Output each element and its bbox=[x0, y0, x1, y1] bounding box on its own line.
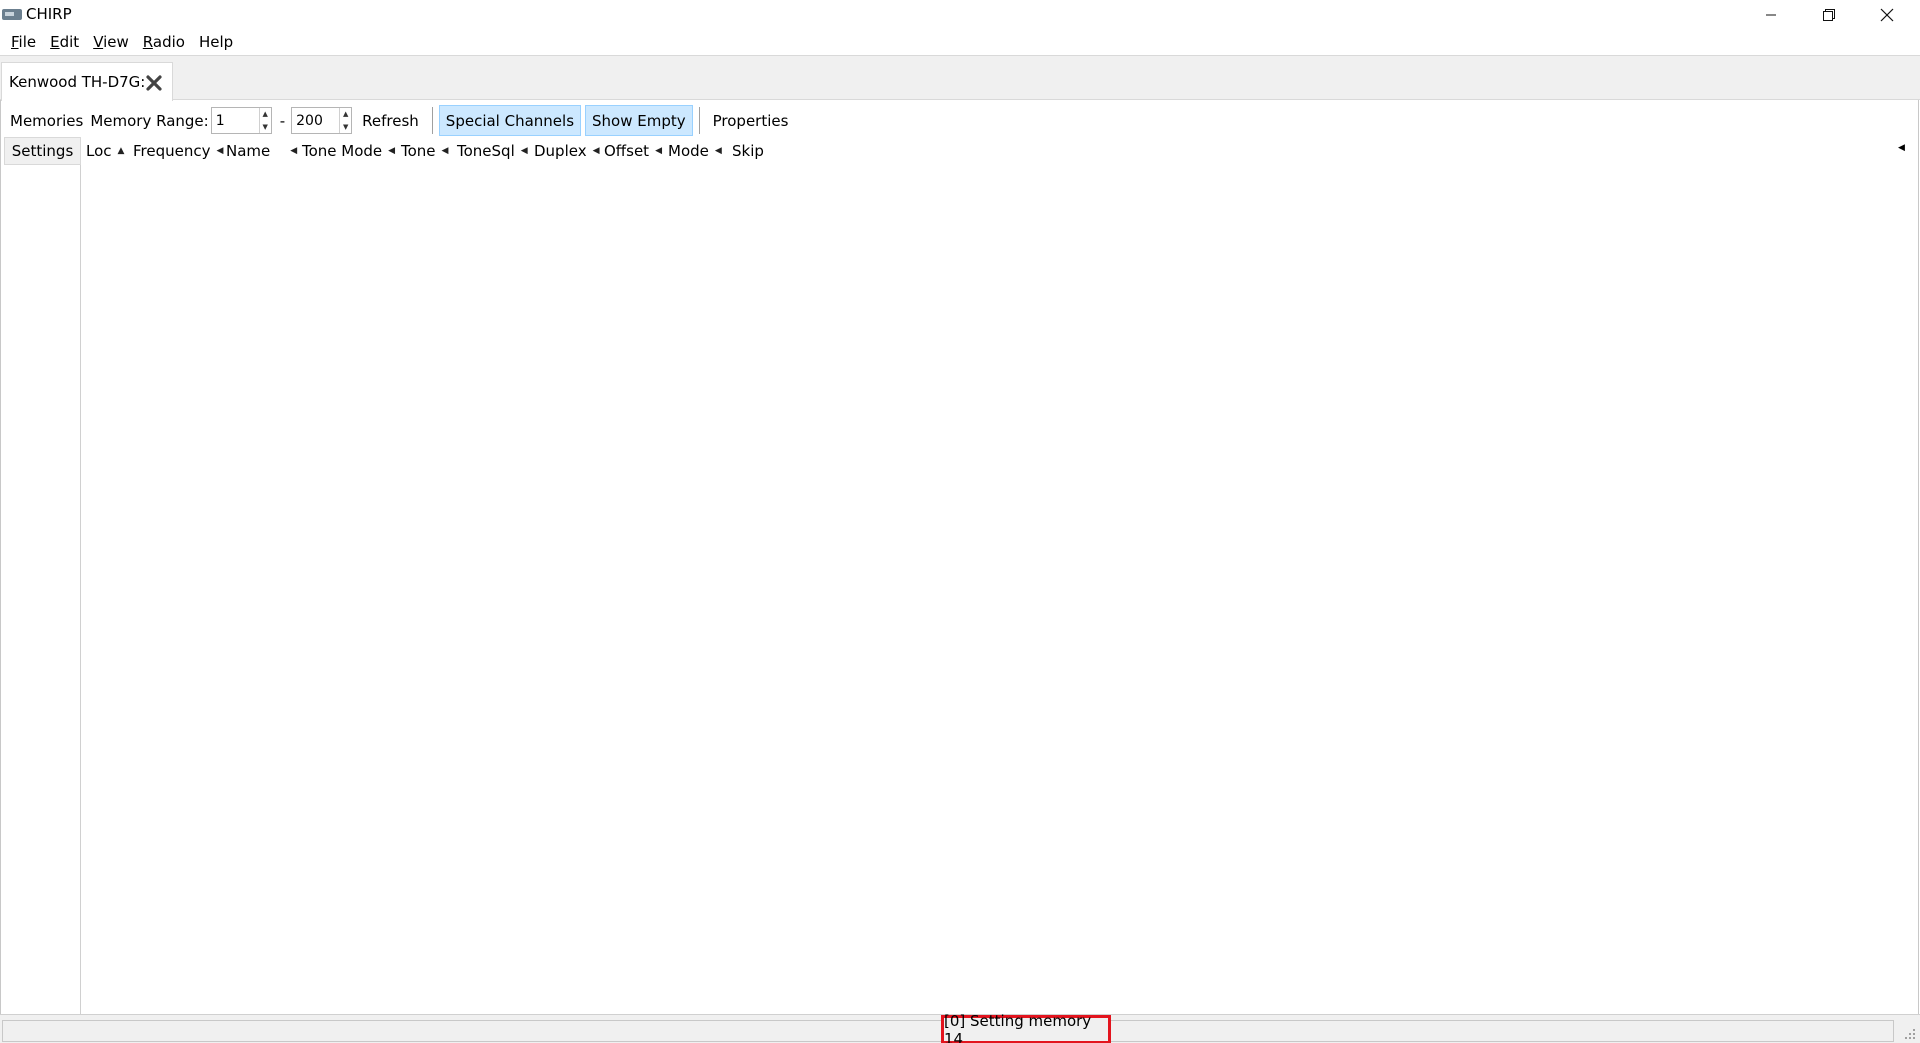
memories-label: Memories bbox=[10, 111, 84, 130]
settings-button[interactable]: Settings bbox=[4, 137, 81, 165]
toolbar-separator bbox=[431, 107, 433, 134]
refresh-button[interactable]: Refresh bbox=[355, 105, 426, 136]
settings-column: Settings bbox=[4, 137, 81, 1014]
menu-edit[interactable]: Edit bbox=[43, 29, 86, 55]
columns-overflow-arrow-icon[interactable]: ◀ bbox=[1898, 143, 1905, 153]
collapse-arrow-icon: ◀ bbox=[290, 146, 298, 156]
menu-bar: File Edit View Radio Help bbox=[0, 29, 1920, 55]
menu-view-label: iew bbox=[103, 33, 129, 51]
column-label: Mode bbox=[668, 142, 709, 160]
close-tab-icon[interactable] bbox=[144, 73, 164, 93]
menu-edit-label: dit bbox=[59, 33, 80, 51]
range-start-value[interactable]: 1 bbox=[212, 113, 259, 129]
menu-view[interactable]: View bbox=[86, 29, 136, 55]
collapse-arrow-icon: ◀ bbox=[592, 146, 600, 156]
column-label: Tone Mode bbox=[302, 142, 383, 160]
collapse-arrow-icon: ◀ bbox=[441, 146, 449, 156]
close-icon bbox=[1880, 8, 1894, 21]
range-end-value[interactable]: 200 bbox=[292, 113, 339, 129]
tab-kenwood-radio[interactable]: Kenwood TH-D7G: bbox=[1, 62, 173, 101]
column-header-name[interactable]: Name ◀ bbox=[226, 137, 297, 165]
menu-file-mnemonic: F bbox=[11, 33, 19, 51]
column-label: Skip bbox=[732, 142, 764, 160]
menu-edit-mnemonic: E bbox=[50, 33, 60, 51]
column-header-skip[interactable]: Skip bbox=[732, 137, 764, 165]
spin-down-icon[interactable]: ▼ bbox=[260, 121, 271, 134]
properties-button[interactable]: Properties bbox=[706, 105, 796, 136]
column-label: Tone bbox=[401, 142, 436, 160]
range-start-spinner[interactable]: 1 ▲ ▼ bbox=[210, 107, 272, 134]
column-label: Frequency bbox=[133, 142, 211, 160]
column-header-loc[interactable]: Loc ▲ bbox=[86, 137, 124, 165]
range-start-arrows: ▲ ▼ bbox=[258, 108, 271, 134]
menu-help-label: Help bbox=[198, 33, 234, 51]
status-message: [0] Setting memory 14 bbox=[941, 1012, 1111, 1043]
minimize-button[interactable] bbox=[1742, 0, 1800, 29]
special-channels-toggle[interactable]: Special Channels bbox=[438, 105, 582, 136]
menu-file[interactable]: File bbox=[4, 29, 43, 55]
memory-toolbar: Memories Memory Range: 1 ▲ ▼ - 200 ▲ ▼ R… bbox=[0, 105, 1920, 136]
memory-grid[interactable] bbox=[82, 165, 1918, 1014]
collapse-arrow-icon: ◀ bbox=[520, 146, 528, 156]
column-header-duplex[interactable]: Duplex ◀ bbox=[534, 137, 600, 165]
collapse-arrow-icon: ◀ bbox=[714, 146, 722, 156]
tab-label: Kenwood TH-D7G: bbox=[9, 73, 146, 91]
column-header-offset[interactable]: Offset ◀ bbox=[604, 137, 662, 165]
menu-file-label: ile bbox=[18, 33, 37, 51]
column-header-frequency[interactable]: Frequency ◀ bbox=[133, 137, 223, 165]
frame-right-edge bbox=[1918, 100, 1919, 1043]
restore-button[interactable] bbox=[1800, 0, 1858, 29]
column-label: Offset bbox=[604, 142, 650, 160]
memory-range-label: Memory Range: bbox=[90, 111, 209, 130]
column-header-tone-mode[interactable]: Tone Mode ◀ bbox=[302, 137, 395, 165]
status-bar: [0] Setting memory 14 bbox=[0, 1012, 1920, 1043]
menu-help[interactable]: Help bbox=[192, 29, 240, 55]
minimize-icon bbox=[1766, 14, 1776, 15]
menu-radio-mnemonic: R bbox=[142, 33, 153, 51]
spin-down-icon[interactable]: ▼ bbox=[340, 121, 351, 134]
column-headers: Loc ▲ Frequency ◀ Name ◀ Tone Mode ◀ Tone ◀ T… bbox=[82, 137, 1918, 165]
menu-radio-label: adio bbox=[152, 33, 185, 51]
column-label: Duplex bbox=[534, 142, 587, 160]
tab-strip: Kenwood TH-D7G: bbox=[0, 55, 1920, 101]
menu-view-mnemonic: V bbox=[93, 33, 104, 51]
range-end-arrows: ▲ ▼ bbox=[339, 108, 351, 133]
close-window-button[interactable] bbox=[1858, 0, 1916, 29]
frame-left-edge bbox=[0, 100, 1, 1043]
window-title: CHIRP bbox=[26, 5, 72, 23]
sort-ascending-icon: ▲ bbox=[117, 146, 125, 156]
range-end-spinner[interactable]: 200 ▲ ▼ bbox=[291, 107, 353, 134]
range-separator: - bbox=[279, 111, 286, 130]
column-header-tonesql[interactable]: ToneSql ◀ bbox=[457, 137, 528, 165]
resize-grip-icon[interactable] bbox=[1904, 1028, 1916, 1040]
spin-up-icon[interactable]: ▲ bbox=[260, 108, 271, 121]
collapse-arrow-icon: ◀ bbox=[388, 146, 396, 156]
restore-icon bbox=[1823, 8, 1835, 21]
title-bar: CHIRP bbox=[0, 0, 1920, 29]
column-header-tone[interactable]: Tone ◀ bbox=[401, 137, 448, 165]
spin-up-icon[interactable]: ▲ bbox=[340, 108, 351, 121]
toolbar-separator bbox=[698, 107, 700, 134]
column-label: Loc bbox=[86, 142, 112, 160]
column-header-mode[interactable]: Mode ◀ bbox=[668, 137, 722, 165]
show-empty-toggle[interactable]: Show Empty bbox=[585, 105, 693, 136]
column-label: Name bbox=[226, 142, 271, 160]
menu-radio[interactable]: Radio bbox=[136, 29, 192, 55]
app-icon bbox=[2, 9, 22, 20]
collapse-arrow-icon: ◀ bbox=[216, 146, 224, 156]
collapse-arrow-icon: ◀ bbox=[655, 146, 662, 156]
column-label: ToneSql bbox=[457, 142, 515, 160]
